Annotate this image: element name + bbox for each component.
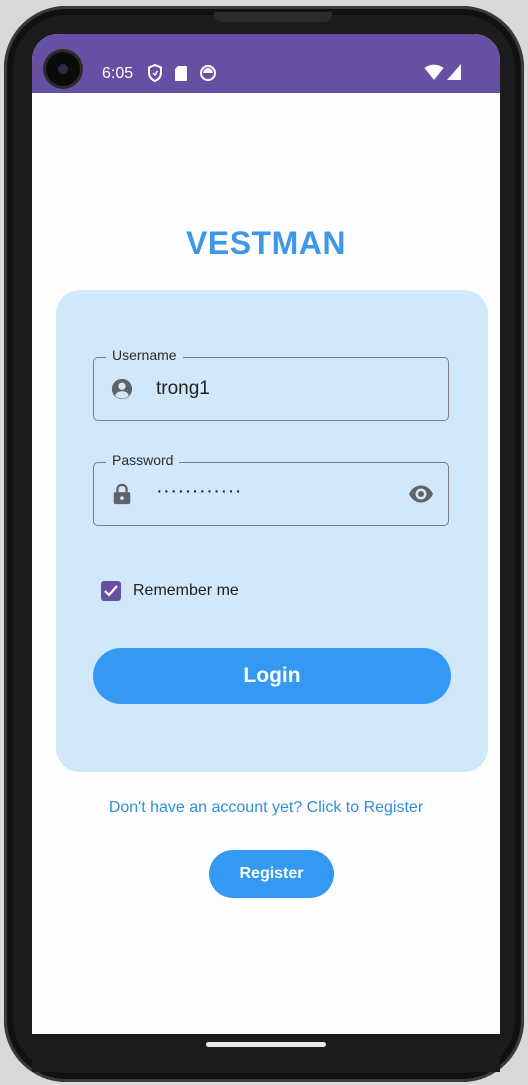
cellular-signal-icon xyxy=(447,64,461,80)
check-icon xyxy=(104,585,118,597)
account-circle-icon xyxy=(111,378,133,400)
password-input[interactable]: ············ xyxy=(156,480,242,503)
password-label: Password xyxy=(106,452,180,468)
home-indicator[interactable] xyxy=(206,1042,326,1047)
remember-me-checkbox[interactable] xyxy=(101,581,121,601)
shield-icon xyxy=(148,64,162,82)
login-button[interactable]: Login xyxy=(93,648,451,704)
register-button[interactable]: Register xyxy=(209,850,334,898)
username-input[interactable]: trong1 xyxy=(156,378,210,400)
lock-icon xyxy=(113,483,131,505)
login-card: Username trong1 Password ············ Re… xyxy=(56,290,488,772)
camera-icon xyxy=(46,52,80,86)
status-time: 6:05 xyxy=(102,65,134,82)
wifi-icon xyxy=(424,64,444,80)
sd-card-icon xyxy=(175,66,187,81)
app-title: VESTMAN xyxy=(186,225,346,261)
gesture-nav-bar xyxy=(32,1034,500,1072)
speaker-slot xyxy=(214,12,332,22)
login-screen: VESTMAN Username trong1 Password ·······… xyxy=(32,93,500,1034)
username-label: Username xyxy=(106,347,183,363)
username-field[interactable]: Username trong1 xyxy=(93,347,449,421)
remember-me-row[interactable]: Remember me xyxy=(101,580,239,602)
remember-me-label: Remember me xyxy=(133,582,239,599)
sync-circle-icon xyxy=(200,65,216,81)
eye-icon[interactable] xyxy=(408,483,434,505)
phone-screen: 6:05 VESTMAN Username trong1 Password ··… xyxy=(32,34,500,1034)
status-bar: 6:05 xyxy=(32,34,500,93)
register-prompt-link[interactable]: Don't have an account yet? Click to Regi… xyxy=(32,799,500,817)
password-field[interactable]: Password ············ xyxy=(93,452,449,526)
